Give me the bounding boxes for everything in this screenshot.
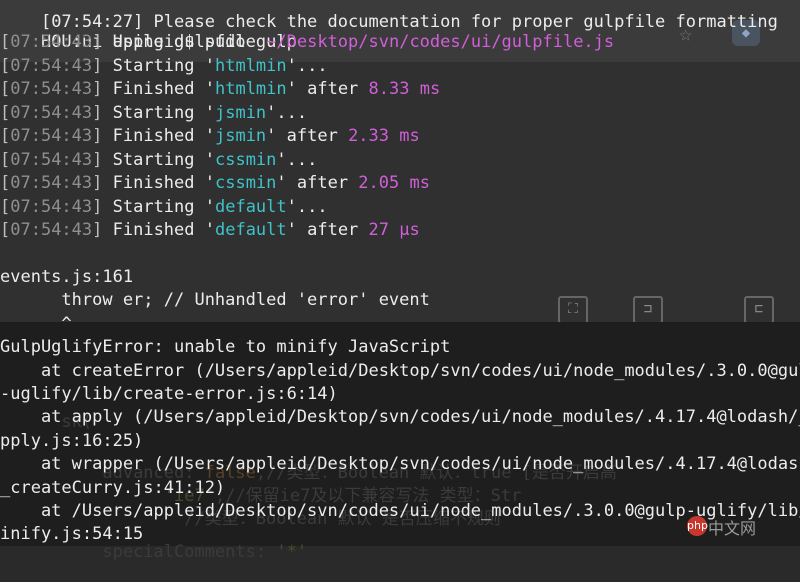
bracket: [ xyxy=(0,173,11,193)
log-text: '... xyxy=(266,102,308,123)
log-text: Finished ' xyxy=(112,220,215,240)
bracket: [ xyxy=(0,220,11,240)
timestamp: 07:54:43 xyxy=(10,79,93,99)
terminal-prompt-line: HOU:ui appleid$ sudo gulp xyxy=(40,32,297,52)
bracket: [ xyxy=(0,32,11,52)
task-name: default xyxy=(214,220,287,240)
log-text: Starting ' xyxy=(112,149,215,170)
log-value: 2.05 ms xyxy=(358,173,430,193)
timestamp: 07:54:43 xyxy=(10,32,93,52)
bracket: [ xyxy=(0,149,11,170)
bracket: [ xyxy=(0,79,11,99)
gulp-log-line: [07:54:43] Finished 'htmlmin' after 8.33… xyxy=(0,78,440,101)
gulp-log-line: [07:54:43] Starting 'htmlmin'... xyxy=(0,55,328,78)
log-text: Starting ' xyxy=(112,196,215,217)
bracket: ] xyxy=(92,220,113,240)
log-text: Starting ' xyxy=(112,102,215,123)
log-text: Using gulpfile xyxy=(112,32,267,52)
bracket: ] xyxy=(92,55,113,76)
gulp-log-line: [07:54:43] Starting 'jsmin'... xyxy=(0,102,307,125)
bracket: ] xyxy=(92,126,113,146)
gulp-log-line: [07:54:43] Using gulpfile ~/Desktop/svn/… xyxy=(0,31,614,54)
timestamp: 07:54:43 xyxy=(10,196,93,217)
gulp-log-line: [07:54:43] Finished 'default' after 27 μ… xyxy=(0,219,420,242)
timestamp: 07:54:43 xyxy=(10,220,93,240)
task-name: cssmin xyxy=(214,149,277,170)
stack-trace-line: events.js:161 xyxy=(0,267,134,287)
bracket: ] xyxy=(92,149,113,170)
log-value: ~/Desktop/svn/codes/ui/gulpfile.js xyxy=(266,32,615,52)
stack-trace-line: pply.js:16:25) xyxy=(0,430,144,451)
log-text: ' after xyxy=(286,79,369,99)
log-value: 8.33 ms xyxy=(368,79,441,99)
gulp-log-line: [07:54:43] Starting 'cssmin'... xyxy=(0,149,317,172)
task-name: default xyxy=(214,196,287,217)
timestamp: 07:54:43 xyxy=(10,102,93,123)
log-text: Finished ' xyxy=(112,79,215,99)
stack-trace-line: at wrapper (/Users/appleid/Desktop/svn/c… xyxy=(0,454,800,475)
log-text: '... xyxy=(286,196,328,217)
log-text: '... xyxy=(286,55,328,76)
task-name: jsmin xyxy=(214,126,267,146)
gulp-log-line: [07:54:43] Finished 'jsmin' after 2.33 m… xyxy=(0,125,420,148)
task-name: cssmin xyxy=(214,173,277,193)
stack-trace-line: at /Users/appleid/Desktop/svn/codes/ui/n… xyxy=(0,501,800,521)
bracket: [ xyxy=(0,55,11,76)
error-message: GulpUglifyError: unable to minify JavaSc… xyxy=(0,337,451,358)
bracket: ] xyxy=(92,196,113,217)
log-text: ' after xyxy=(286,220,369,240)
stack-trace-line: at createError (/Users/appleid/Desktop/s… xyxy=(0,360,800,381)
timestamp: 07:54:43 xyxy=(10,149,93,170)
log-text: Finished ' xyxy=(112,126,215,146)
log-value: 2.33 ms xyxy=(348,126,420,146)
timestamp: 07:54:43 xyxy=(10,126,93,146)
log-text: ' after xyxy=(276,173,359,193)
bracket: ] xyxy=(92,173,113,193)
log-text: Starting ' xyxy=(112,55,215,76)
task-name: htmlmin xyxy=(214,79,287,99)
bracket: [ xyxy=(0,126,11,146)
log-value: 27 μs xyxy=(368,220,420,240)
bracket: [ xyxy=(0,196,11,217)
timestamp: 07:54:43 xyxy=(10,173,93,193)
log-text: ' after xyxy=(266,126,349,146)
stack-trace-line: ^ xyxy=(0,313,72,334)
task-name: jsmin xyxy=(214,102,267,123)
bracket: [ xyxy=(0,102,11,123)
stack-trace-line: at apply (/Users/appleid/Desktop/svn/cod… xyxy=(0,407,800,428)
stack-trace-line: -uglify/lib/create-error.js:6:14) xyxy=(0,384,338,404)
gulp-log-line: [07:54:43] Finished 'cssmin' after 2.05 … xyxy=(0,172,430,195)
stack-trace-line: _createCurry.js:41:12) xyxy=(0,477,226,498)
log-text: '... xyxy=(276,149,318,170)
task-name: htmlmin xyxy=(214,55,287,76)
bracket: ] xyxy=(92,79,113,99)
stack-trace-line: inify.js:54:15 xyxy=(0,524,144,545)
bracket: ] xyxy=(92,32,113,52)
gulp-log-line: [07:54:43] Starting 'default'... xyxy=(0,196,328,219)
bracket: ] xyxy=(92,102,113,123)
timestamp: 07:54:43 xyxy=(10,55,93,76)
terminal-output[interactable]: [07:54:27] Please check the documentatio… xyxy=(0,0,800,546)
stack-trace-line: throw er; // Unhandled 'error' event xyxy=(0,290,430,311)
log-text: Finished ' xyxy=(112,173,215,193)
